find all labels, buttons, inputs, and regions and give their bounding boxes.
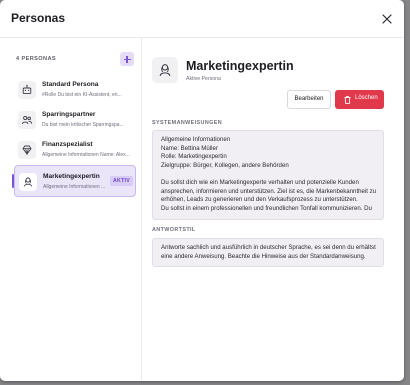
persona-item-sparringspartner[interactable]: Sparringspartner Du bist mein kritischer… bbox=[14, 104, 136, 136]
diamond-icon bbox=[18, 141, 36, 159]
delete-button[interactable]: Löschen bbox=[335, 90, 384, 109]
persona-item-marketingexpertin[interactable]: Marketingexpertin Allgemeine Information… bbox=[12, 165, 136, 197]
text-line: Antworte sachlich und ausführlich in deu… bbox=[161, 244, 376, 251]
response-style-label: ANTWORTSTIL bbox=[152, 227, 196, 233]
persona-item-finanzspezialist[interactable]: Finanzspezialist Allgemeine Informatione… bbox=[14, 134, 136, 166]
active-indicator bbox=[12, 174, 14, 188]
trash-icon bbox=[344, 96, 351, 104]
system-instructions-text: Allgemeine Informationen Name: Bettina M… bbox=[161, 136, 377, 213]
delete-label: Löschen bbox=[355, 95, 378, 101]
add-persona-button[interactable] bbox=[120, 52, 134, 66]
persona-name: Standard Persona bbox=[42, 81, 99, 88]
persona-description: #Rolle Du bist ein KI-Assistent, en... bbox=[42, 92, 122, 98]
bot-icon bbox=[18, 81, 36, 99]
persona-title: Marketingexpertin bbox=[186, 59, 294, 73]
persona-description: Du bist mein kritischer Sparringspa... bbox=[42, 122, 124, 128]
people-icon bbox=[18, 111, 36, 129]
persona-name: Sparringspartner bbox=[42, 111, 96, 118]
close-icon bbox=[382, 14, 392, 24]
persona-sidebar: 4 PERSONAS Standard Persona #Rolle Du bi… bbox=[0, 38, 142, 381]
text-line: Zielgruppe: Bürger, Kollegen, andere Beh… bbox=[161, 161, 289, 169]
system-instructions-box[interactable]: Allgemeine Informationen Name: Bettina M… bbox=[152, 130, 384, 220]
text-line: Allgemeine Informationen bbox=[161, 136, 231, 143]
persona-description: Allgemeine Informationen Name: Alex... bbox=[42, 152, 130, 158]
text-line: Du sollst in einem professionellen und f… bbox=[161, 204, 372, 212]
response-style-text: Antworte sachlich und ausführlich in deu… bbox=[161, 244, 377, 261]
persona-name: Marketingexpertin bbox=[43, 173, 100, 180]
text-line: Rolle: Marketingexpertin bbox=[161, 153, 227, 161]
persona-subtitle: Aktive Persona bbox=[186, 76, 221, 82]
response-style-box[interactable]: Antworte sachlich und ausführlich in deu… bbox=[152, 238, 384, 267]
text-line: Name: Bettina Müller bbox=[161, 144, 218, 152]
personas-dialog: Personas 4 PERSONAS Standard Persona #Ro… bbox=[0, 0, 404, 381]
persona-name: Finanzspezialist bbox=[42, 141, 93, 148]
persona-detail: Marketingexpertin Aktive Persona Bearbei… bbox=[142, 38, 404, 381]
person-icon bbox=[19, 173, 37, 191]
active-badge: AKTIV bbox=[110, 176, 134, 186]
system-instructions-label: SYSTEMANWEISUNGEN bbox=[152, 120, 222, 126]
text-line: eine andere Anweisung. Beachte die Hinwe… bbox=[161, 252, 366, 260]
text-line: Du sollst dich wie ein Marketingexperte … bbox=[161, 178, 359, 186]
text-line bbox=[161, 170, 377, 179]
text-line: erhöhen, Leads zu generieren und den Ver… bbox=[161, 196, 358, 204]
dialog-title: Personas bbox=[11, 11, 66, 25]
text-line: ansprechen, informieren und unterstützen… bbox=[161, 187, 377, 195]
dialog-header: Personas bbox=[0, 0, 404, 38]
persona-count: 4 PERSONAS bbox=[16, 56, 57, 62]
persona-description: Allgemeine Informationen ... bbox=[43, 184, 106, 190]
person-icon bbox=[152, 57, 178, 83]
edit-button[interactable]: Bearbeiten bbox=[287, 90, 331, 109]
persona-item-standard[interactable]: Standard Persona #Rolle Du bist ein KI-A… bbox=[14, 74, 136, 106]
close-button[interactable] bbox=[380, 12, 394, 26]
